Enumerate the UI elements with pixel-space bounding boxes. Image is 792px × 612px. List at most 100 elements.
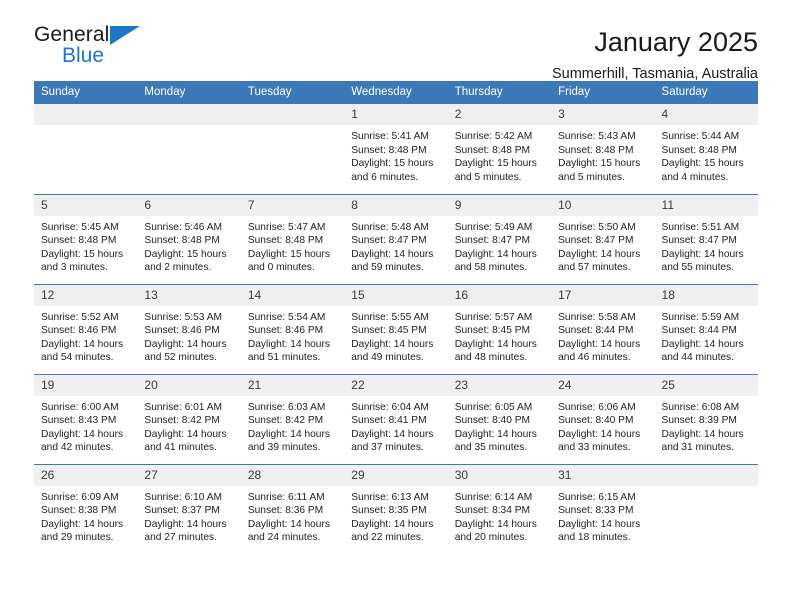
- day-cell[interactable]: 2 Sunrise: 5:42 AM Sunset: 8:48 PM Daylight…: [447, 104, 552, 194]
- day-cell[interactable]: 26 Sunrise: 6:09 AM Sunset: 8:38 PM Dayligh…: [34, 463, 138, 554]
- day-cell[interactable]: 6 Sunrise: 5:46 AM Sunset: 8:48 PM Daylight…: [137, 193, 241, 284]
- day-cell[interactable]: 25 Sunrise: 6:08 AM Sunset: 8:39 PM Dayligh…: [654, 373, 758, 464]
- day-details: Sunrise: 6:14 AM Sunset: 8:34 PM Daylight:…: [448, 486, 551, 545]
- day-cell[interactable]: 20 Sunrise: 6:01 AM Sunset: 8:42 PM Dayligh…: [137, 373, 241, 464]
- day-details: Sunrise: 6:11 AM Sunset: 8:36 PM Daylight:…: [241, 486, 344, 545]
- brand-logo[interactable]: General Blue: [34, 24, 164, 66]
- sunrise-text: Sunrise: 5:46 AM: [144, 221, 223, 233]
- day-number: 5: [34, 194, 138, 216]
- day-cell[interactable]: 7 Sunrise: 5:47 AM Sunset: 8:48 PM Daylight…: [240, 193, 345, 284]
- day-cell[interactable]: 18 Sunrise: 5:59 AM Sunset: 8:44 PM Dayligh…: [654, 283, 758, 374]
- day-number: 26: [34, 464, 138, 486]
- day-cell[interactable]: 27 Sunrise: 6:10 AM Sunset: 8:37 PM Dayligh…: [137, 463, 241, 554]
- day-number: [240, 104, 345, 125]
- daylight-text: Daylight: 14 hours and 59 minutes.: [351, 248, 434, 274]
- sunset-text: Sunset: 8:46 PM: [41, 325, 117, 337]
- day-cell[interactable]: 17 Sunrise: 5:58 AM Sunset: 8:44 PM Dayligh…: [551, 283, 655, 374]
- day-cell[interactable]: 14 Sunrise: 5:54 AM Sunset: 8:46 PM Dayligh…: [240, 283, 345, 374]
- day-details: Sunrise: 5:53 AM Sunset: 8:46 PM Daylight:…: [137, 306, 240, 365]
- day-cell[interactable]: 29 Sunrise: 6:13 AM Sunset: 8:35 PM Dayligh…: [344, 463, 448, 554]
- sunrise-text: Sunrise: 5:43 AM: [558, 131, 636, 142]
- sunset-text: Sunset: 8:39 PM: [661, 415, 737, 427]
- calendar-grid: Sunday Monday Tuesday Wednesday Thursday…: [34, 81, 758, 554]
- sunset-text: Sunset: 8:33 PM: [558, 505, 634, 517]
- calendar-week-row: 26 Sunrise: 6:09 AM Sunset: 8:38 PM Dayligh…: [34, 463, 758, 554]
- sunset-text: Sunset: 8:48 PM: [41, 235, 117, 247]
- sunset-text: Sunset: 8:47 PM: [661, 235, 737, 247]
- day-details: Sunrise: 5:46 AM Sunset: 8:48 PM Daylight:…: [137, 216, 240, 275]
- sunrise-text: Sunrise: 5:51 AM: [661, 221, 740, 233]
- day-cell[interactable]: 13 Sunrise: 5:53 AM Sunset: 8:46 PM Dayligh…: [137, 283, 241, 374]
- calendar-body: 1 Sunrise: 5:41 AM Sunset: 8:48 PM Daylight…: [34, 104, 758, 554]
- day-cell[interactable]: 21 Sunrise: 6:03 AM Sunset: 8:42 PM Dayligh…: [240, 373, 345, 464]
- sunrise-text: Sunrise: 6:10 AM: [144, 491, 223, 503]
- sunset-text: Sunset: 8:47 PM: [454, 235, 531, 247]
- day-cell[interactable]: 31 Sunrise: 6:15 AM Sunset: 8:33 PM Dayligh…: [551, 463, 655, 554]
- calendar-week-row: 5 Sunrise: 5:45 AM Sunset: 8:48 PM Daylight…: [34, 193, 758, 284]
- day-cell[interactable]: 23 Sunrise: 6:05 AM Sunset: 8:40 PM Dayligh…: [447, 373, 552, 464]
- day-details: Sunrise: 5:59 AM Sunset: 8:44 PM Daylight:…: [655, 306, 758, 365]
- day-number: 2: [447, 104, 552, 125]
- sunrise-text: Sunrise: 5:44 AM: [661, 131, 740, 142]
- day-cell[interactable]: 24 Sunrise: 6:06 AM Sunset: 8:40 PM Dayligh…: [551, 373, 655, 464]
- day-number: 1: [344, 104, 448, 125]
- day-cell[interactable]: 3 Sunrise: 5:43 AM Sunset: 8:48 PM Daylight…: [551, 104, 655, 194]
- sunrise-text: Sunrise: 5:45 AM: [41, 221, 119, 233]
- day-cell[interactable]: 1 Sunrise: 5:41 AM Sunset: 8:48 PM Daylight…: [344, 104, 448, 194]
- location-subtitle: Summerhill, Tasmania, Australia: [551, 66, 758, 82]
- daylight-text: Daylight: 14 hours and 44 minutes.: [661, 338, 744, 364]
- day-details: Sunrise: 6:01 AM Sunset: 8:42 PM Daylight:…: [137, 396, 240, 455]
- sunset-text: Sunset: 8:43 PM: [41, 415, 117, 427]
- daylight-text: Daylight: 14 hours and 42 minutes.: [41, 428, 124, 454]
- sunrise-text: Sunrise: 6:09 AM: [41, 491, 119, 503]
- day-number: 16: [447, 284, 552, 306]
- day-cell[interactable]: 28 Sunrise: 6:11 AM Sunset: 8:36 PM Dayligh…: [240, 463, 345, 554]
- day-cell[interactable]: 16 Sunrise: 5:57 AM Sunset: 8:45 PM Dayligh…: [447, 283, 552, 374]
- day-number: 4: [654, 104, 758, 125]
- day-details: Sunrise: 5:41 AM Sunset: 8:48 PM Daylight:…: [344, 125, 447, 184]
- day-number: 6: [137, 194, 241, 216]
- day-details: Sunrise: 6:04 AM Sunset: 8:41 PM Daylight:…: [344, 396, 447, 455]
- day-cell[interactable]: 8 Sunrise: 5:48 AM Sunset: 8:47 PM Daylight…: [344, 193, 448, 284]
- day-cell[interactable]: 11 Sunrise: 5:51 AM Sunset: 8:47 PM Dayligh…: [654, 193, 758, 284]
- day-number: 21: [240, 374, 345, 396]
- sunset-text: Sunset: 8:45 PM: [351, 325, 427, 337]
- day-cell-empty: [137, 104, 241, 194]
- day-number: [34, 104, 138, 125]
- day-number: 11: [654, 194, 758, 216]
- day-cell[interactable]: 30 Sunrise: 6:14 AM Sunset: 8:34 PM Dayligh…: [447, 463, 552, 554]
- day-number: [137, 104, 241, 125]
- sunrise-text: Sunrise: 6:08 AM: [661, 401, 740, 413]
- sunset-text: Sunset: 8:40 PM: [454, 415, 531, 427]
- daylight-text: Daylight: 14 hours and 41 minutes.: [144, 428, 227, 454]
- sunrise-text: Sunrise: 5:52 AM: [41, 311, 119, 323]
- sunset-text: Sunset: 8:42 PM: [247, 415, 324, 427]
- day-number: 13: [137, 284, 241, 306]
- day-number: 20: [137, 374, 241, 396]
- calendar-week-row: 12 Sunrise: 5:52 AM Sunset: 8:46 PM Dayligh…: [34, 283, 758, 374]
- day-cell[interactable]: 9 Sunrise: 5:49 AM Sunset: 8:47 PM Daylight…: [447, 193, 552, 284]
- day-number: 15: [344, 284, 448, 306]
- daylight-text: Daylight: 14 hours and 39 minutes.: [247, 428, 330, 454]
- day-details: Sunrise: 6:00 AM Sunset: 8:43 PM Daylight:…: [34, 396, 137, 455]
- day-cell[interactable]: 19 Sunrise: 6:00 AM Sunset: 8:43 PM Dayligh…: [34, 373, 138, 464]
- sunset-text: Sunset: 8:48 PM: [144, 235, 220, 247]
- day-cell[interactable]: 12 Sunrise: 5:52 AM Sunset: 8:46 PM Dayligh…: [34, 283, 138, 374]
- sunrise-text: Sunrise: 5:48 AM: [351, 221, 429, 233]
- daylight-text: Daylight: 14 hours and 54 minutes.: [41, 338, 124, 364]
- day-number: 14: [240, 284, 345, 306]
- day-cell[interactable]: 10 Sunrise: 5:50 AM Sunset: 8:47 PM Dayligh…: [551, 193, 655, 284]
- sunrise-text: Sunrise: 6:04 AM: [351, 401, 429, 413]
- day-cell[interactable]: 22 Sunrise: 6:04 AM Sunset: 8:41 PM Dayligh…: [344, 373, 448, 464]
- sunrise-text: Sunrise: 5:47 AM: [247, 221, 326, 233]
- day-cell[interactable]: 15 Sunrise: 5:55 AM Sunset: 8:45 PM Dayligh…: [344, 283, 448, 374]
- calendar-week-row: 19 Sunrise: 6:00 AM Sunset: 8:43 PM Dayligh…: [34, 373, 758, 464]
- day-cell[interactable]: 5 Sunrise: 5:45 AM Sunset: 8:48 PM Daylight…: [34, 193, 138, 284]
- day-details: Sunrise: 5:58 AM Sunset: 8:44 PM Daylight:…: [551, 306, 654, 365]
- day-details: Sunrise: 6:09 AM Sunset: 8:38 PM Daylight:…: [34, 486, 137, 545]
- sunset-text: Sunset: 8:36 PM: [247, 505, 324, 517]
- daylight-text: Daylight: 14 hours and 29 minutes.: [41, 518, 124, 544]
- sunrise-text: Sunrise: 6:01 AM: [144, 401, 223, 413]
- day-cell[interactable]: 4 Sunrise: 5:44 AM Sunset: 8:48 PM Daylight…: [654, 104, 758, 194]
- day-number: 17: [551, 284, 655, 306]
